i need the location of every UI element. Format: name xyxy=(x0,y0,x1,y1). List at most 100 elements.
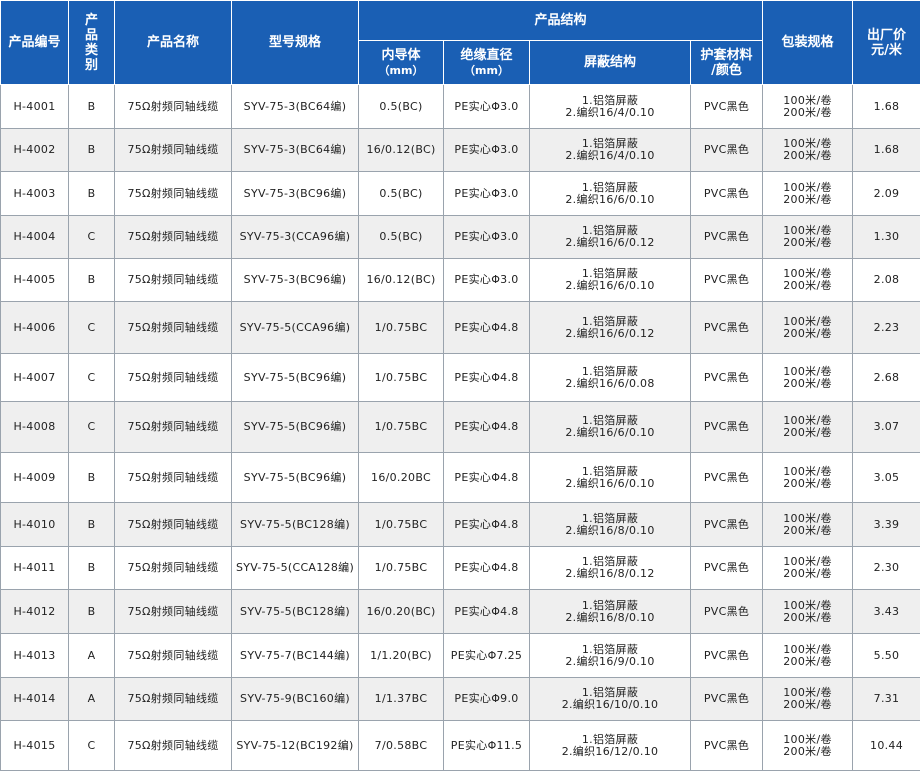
cell-conductor: 16/0.20(BC) xyxy=(359,590,444,634)
table-row: H-4003B75Ω射频同轴线缆SYV-75-3(BC96编)0.5(BC)PE… xyxy=(1,172,920,216)
cell-packing: 100米/卷200米/卷 xyxy=(763,547,853,590)
cell-shield: 1.铝箔屏蔽2.编织16/12/0.10 xyxy=(530,721,691,771)
cell-packing: 100米/卷200米/卷 xyxy=(763,590,853,634)
table-row: H-4005B75Ω射频同轴线缆SYV-75-3(BC96编)16/0.12(B… xyxy=(1,259,920,302)
cell-code: H-4015 xyxy=(1,721,69,771)
cell-code: H-4011 xyxy=(1,547,69,590)
cell-packing: 100米/卷200米/卷 xyxy=(763,129,853,172)
cell-diameter: PE实心Φ3.0 xyxy=(444,129,530,172)
cell-conductor: 0.5(BC) xyxy=(359,172,444,216)
cell-model: SYV-75-5(BC96编) xyxy=(232,453,359,503)
table-row: H-4009B75Ω射频同轴线缆SYV-75-5(BC96编)16/0.20BC… xyxy=(1,453,920,503)
cell-name: 75Ω射频同轴线缆 xyxy=(115,721,232,771)
cell-category: A xyxy=(69,678,115,721)
cell-name: 75Ω射频同轴线缆 xyxy=(115,172,232,216)
cell-shield: 1.铝箔屏蔽2.编织16/6/0.10 xyxy=(530,172,691,216)
header-shield: 屏蔽结构 xyxy=(530,41,691,85)
cell-diameter: PE实心Φ9.0 xyxy=(444,678,530,721)
cell-name: 75Ω射频同轴线缆 xyxy=(115,634,232,678)
cell-price: 2.30 xyxy=(853,547,920,590)
cell-conductor: 1/0.75BC xyxy=(359,547,444,590)
cell-diameter: PE实心Φ3.0 xyxy=(444,85,530,129)
header-name: 产品名称 xyxy=(115,1,232,85)
header-category: 产品类别 xyxy=(69,1,115,85)
cell-jacket: PVC黑色 xyxy=(691,402,763,453)
cell-jacket: PVC黑色 xyxy=(691,547,763,590)
cell-packing: 100米/卷200米/卷 xyxy=(763,402,853,453)
cell-shield: 1.铝箔屏蔽2.编织16/6/0.10 xyxy=(530,259,691,302)
cell-conductor: 1/0.75BC xyxy=(359,503,444,547)
cell-shield: 1.铝箔屏蔽2.编织16/4/0.10 xyxy=(530,85,691,129)
cell-packing: 100米/卷200米/卷 xyxy=(763,172,853,216)
cell-name: 75Ω射频同轴线缆 xyxy=(115,354,232,402)
cell-price: 10.44 xyxy=(853,721,920,771)
cell-name: 75Ω射频同轴线缆 xyxy=(115,453,232,503)
cell-code: H-4009 xyxy=(1,453,69,503)
table-row: H-4014A75Ω射频同轴线缆SYV-75-9(BC160编)1/1.37BC… xyxy=(1,678,920,721)
cell-conductor: 1/1.20(BC) xyxy=(359,634,444,678)
cell-diameter: PE实心Φ4.8 xyxy=(444,302,530,354)
cell-price: 7.31 xyxy=(853,678,920,721)
cell-diameter: PE实心Φ4.8 xyxy=(444,547,530,590)
cell-category: C xyxy=(69,302,115,354)
cell-category: C xyxy=(69,402,115,453)
cell-shield: 1.铝箔屏蔽2.编织16/6/0.12 xyxy=(530,216,691,259)
cell-diameter: PE实心Φ3.0 xyxy=(444,172,530,216)
cell-code: H-4013 xyxy=(1,634,69,678)
cell-diameter: PE实心Φ3.0 xyxy=(444,259,530,302)
table-row: H-4004C75Ω射频同轴线缆SYV-75-3(CCA96编)0.5(BC)P… xyxy=(1,216,920,259)
header-jacket: 护套材料/颜色 xyxy=(691,41,763,85)
cell-packing: 100米/卷200米/卷 xyxy=(763,678,853,721)
cell-conductor: 16/0.12(BC) xyxy=(359,129,444,172)
cell-category: B xyxy=(69,129,115,172)
table-row: H-4013A75Ω射频同轴线缆SYV-75-7(BC144编)1/1.20(B… xyxy=(1,634,920,678)
cell-model: SYV-75-9(BC160编) xyxy=(232,678,359,721)
product-spec-table: 产品编号 产品类别 产品名称 型号规格 产品结构 包装规格 出厂价元/米 内导体… xyxy=(0,0,920,771)
cell-category: C xyxy=(69,721,115,771)
cell-jacket: PVC黑色 xyxy=(691,302,763,354)
cell-name: 75Ω射频同轴线缆 xyxy=(115,259,232,302)
cell-jacket: PVC黑色 xyxy=(691,634,763,678)
cell-code: H-4004 xyxy=(1,216,69,259)
cell-category: B xyxy=(69,590,115,634)
cell-conductor: 0.5(BC) xyxy=(359,216,444,259)
cell-conductor: 16/0.20BC xyxy=(359,453,444,503)
cell-conductor: 1/0.75BC xyxy=(359,302,444,354)
header-packing: 包装规格 xyxy=(763,1,853,85)
cell-jacket: PVC黑色 xyxy=(691,503,763,547)
cell-diameter: PE实心Φ3.0 xyxy=(444,216,530,259)
table-row: H-4001B75Ω射频同轴线缆SYV-75-3(BC64编)0.5(BC)PE… xyxy=(1,85,920,129)
cell-name: 75Ω射频同轴线缆 xyxy=(115,85,232,129)
cell-name: 75Ω射频同轴线缆 xyxy=(115,547,232,590)
cell-category: C xyxy=(69,354,115,402)
cell-model: SYV-75-7(BC144编) xyxy=(232,634,359,678)
cell-diameter: PE实心Φ4.8 xyxy=(444,354,530,402)
cell-price: 5.50 xyxy=(853,634,920,678)
cell-diameter: PE实心Φ4.8 xyxy=(444,503,530,547)
cell-shield: 1.铝箔屏蔽2.编织16/6/0.10 xyxy=(530,402,691,453)
header-conductor: 内导体（mm） xyxy=(359,41,444,85)
header-code: 产品编号 xyxy=(1,1,69,85)
cell-code: H-4010 xyxy=(1,503,69,547)
header-price: 出厂价元/米 xyxy=(853,1,920,85)
cell-code: H-4001 xyxy=(1,85,69,129)
cell-model: SYV-75-5(BC96编) xyxy=(232,354,359,402)
cell-shield: 1.铝箔屏蔽2.编织16/10/0.10 xyxy=(530,678,691,721)
cell-price: 2.09 xyxy=(853,172,920,216)
cell-category: B xyxy=(69,172,115,216)
cell-model: SYV-75-5(BC128编) xyxy=(232,503,359,547)
table-row: H-4010B75Ω射频同轴线缆SYV-75-5(BC128编)1/0.75BC… xyxy=(1,503,920,547)
cell-name: 75Ω射频同轴线缆 xyxy=(115,402,232,453)
cell-price: 2.23 xyxy=(853,302,920,354)
cell-model: SYV-75-5(BC96编) xyxy=(232,402,359,453)
cell-packing: 100米/卷200米/卷 xyxy=(763,503,853,547)
cell-price: 3.39 xyxy=(853,503,920,547)
cell-shield: 1.铝箔屏蔽2.编织16/8/0.12 xyxy=(530,547,691,590)
cell-jacket: PVC黑色 xyxy=(691,678,763,721)
cell-diameter: PE实心Φ4.8 xyxy=(444,402,530,453)
cell-model: SYV-75-5(BC128编) xyxy=(232,590,359,634)
cell-packing: 100米/卷200米/卷 xyxy=(763,302,853,354)
cell-price: 1.68 xyxy=(853,85,920,129)
cell-conductor: 0.5(BC) xyxy=(359,85,444,129)
header-diameter: 绝缘直径（mm） xyxy=(444,41,530,85)
